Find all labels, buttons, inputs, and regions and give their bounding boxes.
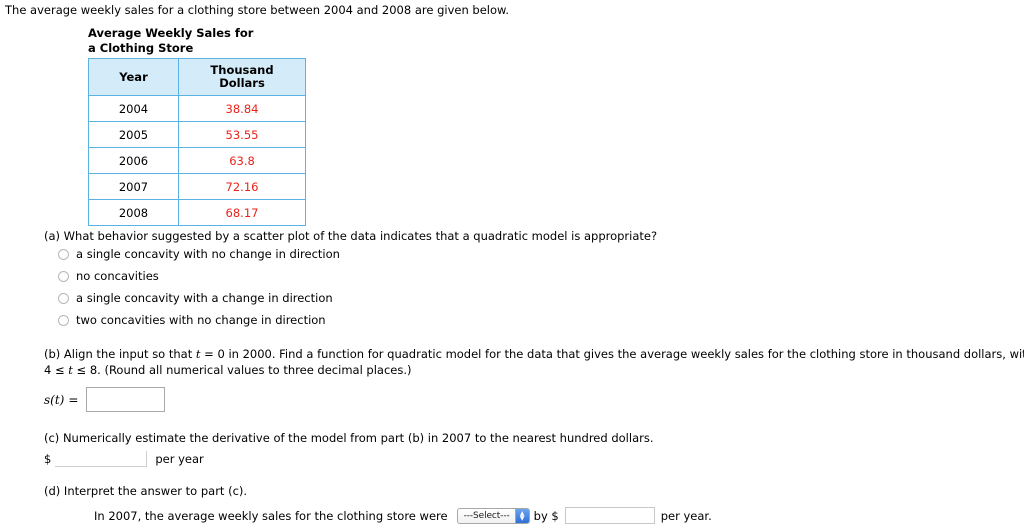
table-row: 2004 38.84 <box>88 95 306 122</box>
radio-option-0[interactable]: a single concavity with no change in dir… <box>58 243 657 265</box>
part-c-unit-label: per year <box>155 452 204 466</box>
question-part-b: (b) Align the input so that t = 0 in 200… <box>44 347 1024 412</box>
cell-year: 2005 <box>88 121 179 148</box>
table-row: 2005 53.55 <box>88 121 306 148</box>
equals-sign: = <box>68 392 79 407</box>
table-header-row: Year Thousand Dollars <box>88 58 306 96</box>
part-d-select-value: ---Select--- <box>463 510 510 521</box>
part-d-mid-text: by $ <box>533 508 559 523</box>
table-header: Year Thousand Dollars <box>88 58 306 96</box>
part-c-prompt: (c) Numerically estimate the derivative … <box>44 431 654 445</box>
table-row: 2006 63.8 <box>88 147 306 174</box>
cell-value: 38.84 <box>178 95 306 122</box>
chevron-updown-icon[interactable]: ▲ ▼ <box>514 508 529 523</box>
question-part-d: (d) Interpret the answer to part (c). In… <box>44 484 716 524</box>
question-part-c: (c) Numerically estimate the derivative … <box>44 431 654 467</box>
radio-button-icon[interactable] <box>58 314 69 326</box>
part-b-prompt-line1: (b) Align the input so that t = 0 in 200… <box>44 347 1024 361</box>
part-d-select[interactable]: ---Select--- ▲ ▼ <box>456 507 530 524</box>
radio-option-3[interactable]: two concavities with no change in direct… <box>58 309 657 331</box>
radio-button-icon[interactable] <box>58 248 69 260</box>
radio-option-label: a single concavity with a change in dire… <box>76 291 333 305</box>
data-table-block: Average Weekly Sales for a Clothing Stor… <box>88 26 306 226</box>
radio-button-icon[interactable] <box>58 270 69 282</box>
cell-value: 72.16 <box>178 173 306 200</box>
radio-option-2[interactable]: a single concavity with a change in dire… <box>58 287 657 309</box>
part-d-prompt: (d) Interpret the answer to part (c). <box>44 484 248 498</box>
radio-option-label: a single concavity with no change in dir… <box>76 247 340 261</box>
part-b-text-a: (b) Align the input so that <box>44 347 193 361</box>
radio-option-1[interactable]: no concavities <box>58 265 657 287</box>
part-d-answer-row: In 2007, the average weekly sales for th… <box>94 507 716 524</box>
column-header-thousand-dollars: Thousand Dollars <box>178 58 306 96</box>
part-b-answer-input[interactable] <box>86 387 166 412</box>
part-d-sentence-start: In 2007, the average weekly sales for th… <box>94 508 448 523</box>
cell-value: 53.55 <box>178 121 306 148</box>
sales-table: Year Thousand Dollars 2004 38.84 2005 53… <box>88 58 306 226</box>
table-body: 2004 38.84 2005 53.55 2006 63.8 2007 72.… <box>88 95 306 226</box>
part-b-prompt-line2: 4 ≤ t ≤ 8. (Round all numerical values t… <box>44 363 1019 377</box>
column-header-year: Year <box>88 58 179 96</box>
table-title-line1: Average Weekly Sales for <box>88 26 254 40</box>
cell-year: 2004 <box>88 95 179 122</box>
part-d-answer-input[interactable] <box>564 507 655 524</box>
part-b-variable-t: t <box>195 347 201 361</box>
radio-button-icon[interactable] <box>58 292 69 304</box>
dollar-sign: $ <box>44 452 52 466</box>
cell-year: 2006 <box>88 147 179 174</box>
question-part-a: (a) What behavior suggested by a scatter… <box>44 229 657 331</box>
chevron-down-glyph: ▼ <box>519 514 525 522</box>
part-b-range-a: 4 ≤ <box>44 363 65 377</box>
part-b-range-b: ≤ 8. <box>76 363 101 377</box>
table-row: 2007 72.16 <box>88 173 306 200</box>
radio-option-label: no concavities <box>76 269 159 283</box>
table-title: Average Weekly Sales for a Clothing Stor… <box>88 26 306 56</box>
table-title-line2: a Clothing Store <box>88 41 194 55</box>
part-b-rounding-note: (Round all numerical values to three dec… <box>104 363 412 377</box>
table-row: 2008 68.17 <box>88 199 306 226</box>
cell-value: 63.8 <box>178 147 306 174</box>
radio-option-label: two concavities with no change in direct… <box>76 313 326 327</box>
part-b-range-variable-t: t <box>68 363 73 377</box>
part-b-answer-row: s(t) = <box>44 387 1019 412</box>
column-header-line2: Dollars <box>219 76 265 90</box>
part-c-answer-row: $ per year <box>44 451 654 467</box>
cell-year: 2007 <box>88 173 179 200</box>
intro-text: The average weekly sales for a clothing … <box>5 3 510 17</box>
function-label-st: s(t) <box>44 392 65 407</box>
cell-year: 2008 <box>88 199 179 226</box>
part-a-prompt: (a) What behavior suggested by a scatter… <box>44 229 658 243</box>
part-b-text-c: in 2000. Find a function for quadratic m… <box>228 347 1024 361</box>
part-c-answer-input[interactable] <box>55 451 148 467</box>
cell-value: 68.17 <box>178 199 306 226</box>
part-d-sentence-end: per year. <box>660 508 712 523</box>
part-b-text-b: = 0 <box>204 347 225 361</box>
